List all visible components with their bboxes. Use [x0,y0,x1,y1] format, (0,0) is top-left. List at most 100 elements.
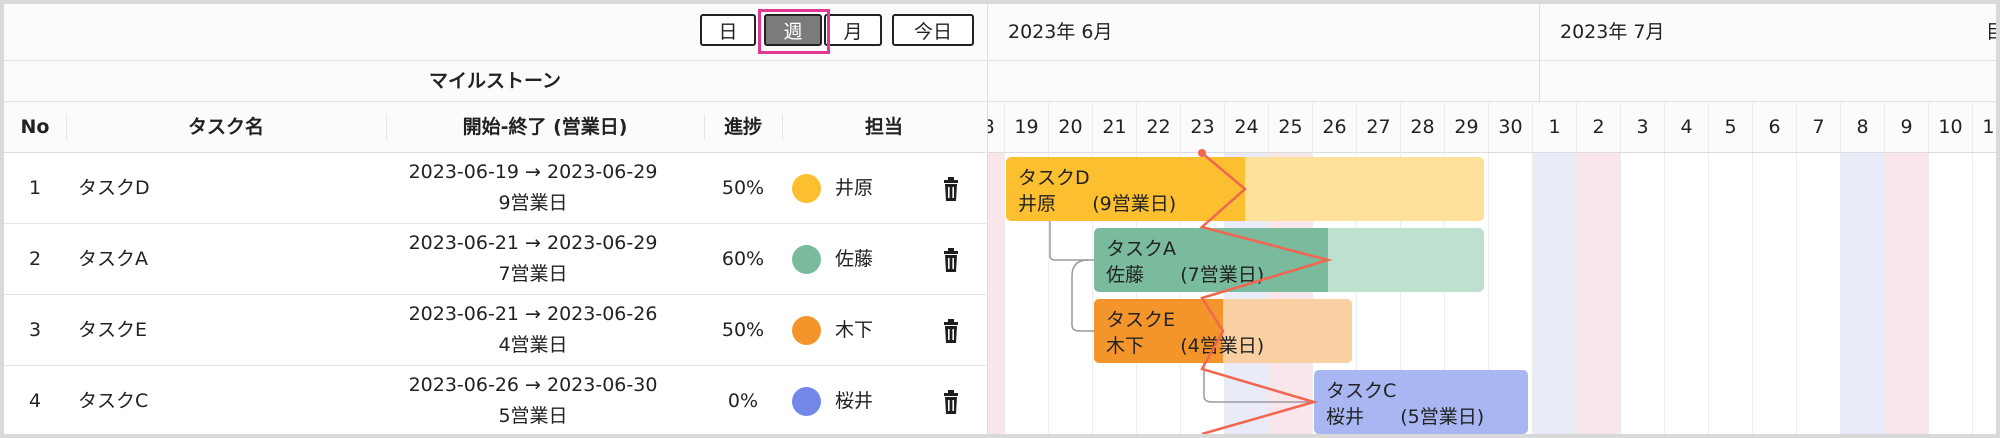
task-number: 4 [28,390,42,412]
column-header-no[interactable]: No [4,102,66,152]
column-header-name[interactable]: タスク名 [66,102,386,152]
task-bar-assignee: 桜井 (5営業日) [1326,406,1485,428]
task-bar-name: タスクD [1018,167,1090,189]
month-label-clipped: 目 [1986,4,1996,60]
month-label-july: 2023年 7月 [1560,21,1665,43]
day-header-row: 181920212223242526272829301234567891011 [988,102,1996,153]
day-label: 19 [1004,102,1048,152]
trash-icon[interactable] [938,318,964,344]
task-number: 2 [28,248,42,270]
column-header-row: No タスク名 開始-終了 (営業日) 進捗 担当 [4,102,986,153]
task-bar[interactable]: タスクA 佐藤 (7営業日) [1094,228,1484,292]
task-dates[interactable]: 2023-06-21 → 2023-06-26 4営業日 [374,295,692,369]
gantt-chart: 2023年 6月 2023年 7月 目 18192021222324252627… [987,4,1996,434]
trash-icon[interactable] [938,176,964,202]
task-progress[interactable]: 50% [690,153,796,223]
assignee-color-dot [792,316,821,345]
day-column [1620,153,1664,434]
selection-highlight [758,9,830,54]
task-business-days: 9営業日 [498,192,568,214]
day-label: 1 [1532,102,1576,152]
task-name[interactable]: タスクA [78,224,358,294]
task-date-range: 2023-06-21 → 2023-06-29 [408,232,658,254]
day-label: 3 [1620,102,1664,152]
day-label: 5 [1708,102,1752,152]
task-bar[interactable]: タスクD 井原 (9営業日) [1006,157,1484,221]
day-column [1664,153,1708,434]
task-dates[interactable]: 2023-06-26 → 2023-06-30 5営業日 [374,366,692,434]
day-column [1972,153,1996,434]
assignee-name[interactable]: 佐藤 [835,224,915,294]
column-header-assignee[interactable]: 担当 [782,102,986,152]
task-progress[interactable]: 60% [690,224,796,294]
assignee-name[interactable]: 木下 [835,295,915,365]
day-column [1708,153,1752,434]
task-bar[interactable]: タスクC 桜井 (5営業日) [1314,370,1528,434]
task-number: 3 [28,319,42,341]
day-column [1840,153,1884,434]
task-name[interactable]: タスクC [78,366,358,434]
task-date-range: 2023-06-19 → 2023-06-29 [408,161,658,183]
day-label: 23 [1180,102,1224,152]
assignee-color-dot [792,174,821,203]
day-label: 4 [1664,102,1708,152]
day-label: 20 [1048,102,1092,152]
day-column [1576,153,1620,434]
task-dates[interactable]: 2023-06-19 → 2023-06-29 9営業日 [374,153,692,227]
task-business-days: 4営業日 [498,334,568,356]
day-label: 26 [1312,102,1356,152]
assignee-color-dot [792,387,821,416]
assignee-name[interactable]: 桜井 [835,366,915,434]
task-progress[interactable]: 0% [690,366,796,434]
task-bar-name: タスクC [1326,380,1397,402]
task-date-range: 2023-06-21 → 2023-06-26 [408,303,658,325]
day-label: 6 [1752,102,1796,152]
day-label: 24 [1224,102,1268,152]
today-button[interactable]: 今日 [892,14,974,46]
month-header: 2023年 6月 2023年 7月 目 [988,4,1996,61]
task-business-days: 7営業日 [498,263,568,285]
task-bar-assignee: 井原 (9営業日) [1018,193,1177,215]
day-view-button[interactable]: 日 [700,14,756,46]
task-bar-assignee: 木下 (4営業日) [1106,335,1265,357]
trash-icon[interactable] [938,247,964,273]
day-label: 11 [1972,102,1996,152]
month-label-june: 2023年 6月 [1008,21,1113,43]
day-label: 18 [988,102,1004,152]
day-label: 8 [1840,102,1884,152]
day-label: 29 [1444,102,1488,152]
task-progress[interactable]: 50% [690,295,796,365]
day-label: 21 [1092,102,1136,152]
day-column [1884,153,1928,434]
task-name[interactable]: タスクD [78,153,358,223]
task-number: 1 [28,177,42,199]
column-header-range[interactable]: 開始-終了 (営業日) [386,102,704,152]
table-row[interactable]: 1 タスクD 2023-06-19 → 2023-06-29 9営業日 50% 井原 [4,153,986,224]
assignee-color-dot [792,245,821,274]
assignee-name[interactable]: 井原 [835,153,915,223]
task-bar[interactable]: タスクE 木下 (4営業日) [1094,299,1352,363]
trash-icon[interactable] [938,389,964,415]
task-bar-assignee: 佐藤 (7営業日) [1106,264,1265,286]
table-row[interactable]: 2 タスクA 2023-06-21 → 2023-06-29 7営業日 60% 佐藤 [4,224,986,295]
task-grid: 日 週 月 今日 マイルストーン No タスク名 開始-終了 (営業日) 進捗 … [4,4,986,434]
day-label: 27 [1356,102,1400,152]
toolbar: 日 週 月 今日 [4,4,986,61]
task-date-range: 2023-06-26 → 2023-06-30 [408,374,658,396]
milestone-track [988,61,1996,102]
task-bar-name: タスクA [1106,238,1176,260]
task-bar-name: タスクE [1106,309,1176,331]
task-dates[interactable]: 2023-06-21 → 2023-06-29 7営業日 [374,224,692,298]
table-row[interactable]: 4 タスクC 2023-06-26 → 2023-06-30 5営業日 0% 桜井 [4,366,986,434]
month-view-button[interactable]: 月 [824,14,882,46]
milestone-header: マイルストーン [4,61,986,102]
day-label: 9 [1884,102,1928,152]
column-header-progress[interactable]: 進捗 [704,102,782,152]
day-label: 2 [1576,102,1620,152]
day-column [1928,153,1972,434]
table-row[interactable]: 3 タスクE 2023-06-21 → 2023-06-26 4営業日 50% 木下 [4,295,986,366]
day-label: 28 [1400,102,1444,152]
day-label: 25 [1268,102,1312,152]
day-column [1752,153,1796,434]
task-name[interactable]: タスクE [78,295,358,365]
